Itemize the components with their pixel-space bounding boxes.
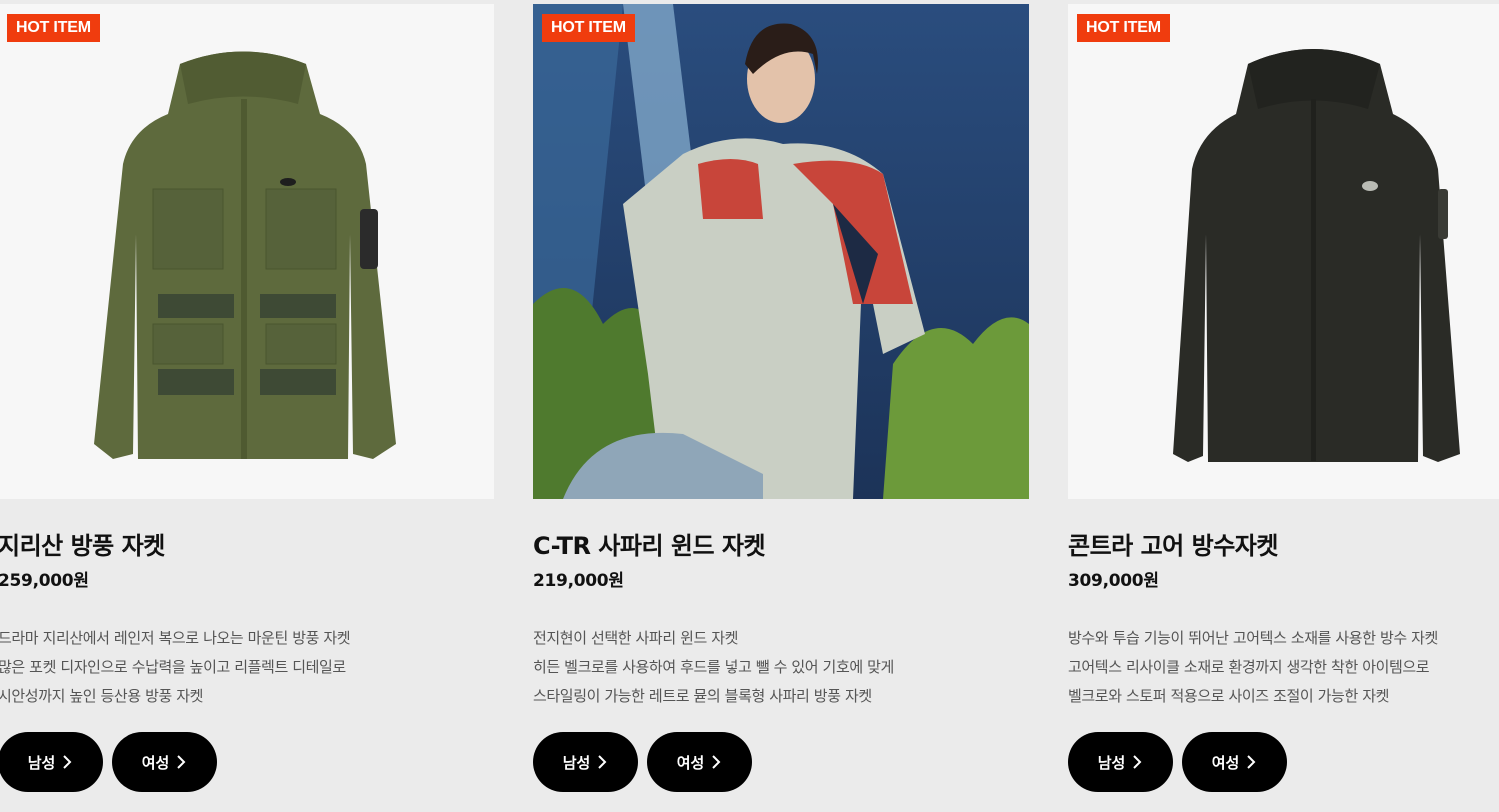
chevron-right-icon	[1247, 755, 1256, 769]
men-button-label: 남성	[27, 753, 56, 772]
product-card-ctr-safari: HOT ITEM C-TR 사파리 윈드 자켓 219,000원 전지현이 선택…	[533, 0, 1029, 812]
women-button[interactable]: 여성	[112, 732, 217, 792]
desc-line: 시안성까지 높인 등산용 방풍 자켓	[0, 687, 204, 705]
women-button-label: 여성	[676, 753, 705, 772]
chevron-right-icon	[177, 755, 186, 769]
women-button-label: 여성	[141, 753, 170, 772]
product-title[interactable]: 콘트라 고어 방수자켓	[1068, 526, 1278, 561]
women-button[interactable]: 여성	[647, 732, 752, 792]
product-title[interactable]: 지리산 방풍 자켓	[0, 526, 165, 561]
chevron-right-icon	[712, 755, 721, 769]
product-card-contra-gore: HOT ITEM 콘트라 고어 방수자켓 309,000원 방수와 투습 기능이…	[1068, 0, 1499, 812]
men-button[interactable]: 남성	[533, 732, 638, 792]
desc-line: 히든 벨크로를 사용하여 후드를 넣고 뺄 수 있어 기호에 맞게	[533, 658, 894, 676]
product-description: 방수와 투습 기능이 뛰어난 고어텍스 소재를 사용한 방수 자켓 고어텍스 리…	[1068, 624, 1499, 711]
hot-item-badge: HOT ITEM	[7, 14, 100, 42]
women-button-label: 여성	[1211, 753, 1240, 772]
desc-line: 방수와 투습 기능이 뛰어난 고어텍스 소재를 사용한 방수 자켓	[1068, 629, 1438, 647]
hot-item-badge: HOT ITEM	[1077, 14, 1170, 42]
product-price: 309,000원	[1068, 571, 1159, 591]
men-button[interactable]: 남성	[0, 732, 103, 792]
product-description: 전지현이 선택한 사파리 윈드 자켓 히든 벨크로를 사용하여 후드를 넣고 뺄…	[533, 624, 1029, 711]
hot-item-badge: HOT ITEM	[542, 14, 635, 42]
product-price: 259,000원	[0, 571, 89, 591]
desc-line: 많은 포켓 디자인으로 수납력을 높이고 리플렉트 디테일로	[0, 658, 346, 676]
chevron-right-icon	[63, 755, 72, 769]
chevron-right-icon	[598, 755, 607, 769]
product-image-model-photo[interactable]: HOT ITEM	[533, 4, 1029, 499]
product-title[interactable]: C-TR 사파리 윈드 자켓	[533, 526, 766, 561]
desc-line: 드라마 지리산에서 레인저 복으로 나오는 마운틴 방풍 자켓	[0, 629, 351, 647]
product-image-green-jacket[interactable]: HOT ITEM	[0, 4, 494, 499]
women-button[interactable]: 여성	[1182, 732, 1287, 792]
product-image-black-jacket[interactable]: HOT ITEM	[1068, 4, 1499, 499]
product-card-jirisan: HOT ITEM 지리산 방풍 자켓 259,000원 드라마 지리산에서 레인…	[0, 0, 494, 812]
product-description: 드라마 지리산에서 레인저 복으로 나오는 마운틴 방풍 자켓 많은 포켓 디자…	[0, 624, 494, 711]
chevron-right-icon	[1133, 755, 1142, 769]
desc-line: 전지현이 선택한 사파리 윈드 자켓	[533, 629, 739, 647]
men-button-label: 남성	[1097, 753, 1126, 772]
desc-line: 벨크로와 스토퍼 적용으로 사이즈 조절이 가능한 자켓	[1068, 687, 1390, 705]
men-button-label: 남성	[562, 753, 591, 772]
desc-line: 스타일링이 가능한 레트로 뮫의 블록형 사파리 방풍 자켓	[533, 687, 872, 705]
desc-line: 고어텍스 리사이클 소재로 환경까지 생각한 착한 아이템으로	[1068, 658, 1430, 676]
product-price: 219,000원	[533, 571, 624, 591]
men-button[interactable]: 남성	[1068, 732, 1173, 792]
